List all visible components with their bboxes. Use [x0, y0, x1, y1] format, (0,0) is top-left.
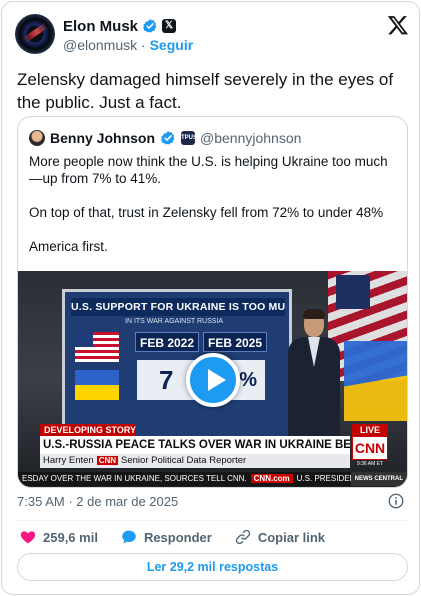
tweet-date: 2 de mar de 2025 [76, 494, 179, 509]
ticker-show-name: NEWS CENTRAL [350, 472, 407, 486]
x-badge-icon: 𝕏 [162, 19, 177, 33]
like-count: 259,6 mil [43, 529, 98, 545]
us-flag-graphic [75, 332, 119, 362]
quoted-paragraph: On top of that, trust in Zelensky fell f… [29, 205, 384, 220]
meta-separator: · [68, 494, 73, 509]
tweet-text: Zelensky damaged himself severely in the… [17, 70, 394, 112]
reply-label: Responder [143, 529, 212, 545]
like-button[interactable]: 259,6 mil [19, 528, 98, 546]
quoted-tweet[interactable]: Benny Johnson TPUSA @bennyjohnson More p… [17, 116, 408, 488]
action-bar: 259,6 mil Responder Copiar link [19, 526, 337, 548]
developing-story-label: DEVELOPING STORY [40, 424, 136, 436]
cnn-logo: CNN [352, 436, 388, 460]
background-ukraine-flag [344, 341, 407, 421]
author-handle[interactable]: @elonmusk [63, 37, 137, 53]
studio-screen: U.S. SUPPORT FOR UKRAINE IS TOO MUCH IN … [62, 289, 292, 439]
quoted-avatar [29, 130, 45, 146]
copy-link-button[interactable]: Copiar link [234, 528, 325, 546]
live-label: LIVE [352, 424, 388, 436]
reporter-role: Senior Political Data Reporter [121, 455, 247, 466]
author-name-row: Elon Musk 𝕏 [63, 16, 177, 36]
ukraine-flag-graphic [75, 370, 119, 400]
reply-button[interactable]: Responder [120, 528, 212, 546]
heart-icon [20, 531, 36, 544]
broadcast-time: 9:36 AM ET [356, 461, 384, 467]
tweet-time: 7:35 AM [17, 494, 65, 509]
read-replies-button[interactable]: Ler 29,2 mil respostas [17, 553, 408, 581]
info-icon[interactable] [387, 492, 405, 510]
screen-subtitle: IN ITS WAR AGAINST RUSSIA [125, 318, 224, 325]
link-icon [235, 529, 251, 545]
video-thumbnail[interactable]: U.S. SUPPORT FOR UKRAINE IS TOO MUCH IN … [18, 271, 407, 487]
reporter-byline: Harry Enten CNN Senior Political Data Repo… [40, 454, 350, 468]
quoted-paragraph: More people now think the U.S. is helpin… [29, 154, 388, 186]
copy-link-label: Copiar link [257, 529, 326, 545]
reply-bubble-icon [122, 530, 136, 544]
affiliate-badge-icon: TPUSA [181, 131, 201, 145]
verified-badge-icon [142, 19, 157, 33]
verified-badge-icon [160, 131, 175, 145]
quoted-display-name: Benny Johnson [50, 130, 156, 146]
ticker-brand: CNN.com [250, 474, 293, 483]
reporter-name: Harry Enten [43, 455, 94, 466]
ticker-text-left: ESDAY OVER THE WAR IN UKRAINE, SOURCES T… [22, 474, 247, 483]
quoted-handle: @bennyjohnson [200, 130, 302, 146]
tweet-header: Elon Musk 𝕏 @elonmusk · Seguir [15, 14, 409, 58]
screen-title: U.S. SUPPORT FOR UKRAINE IS TOO MUCH [71, 298, 285, 316]
ticker-text-right: U.S. PRESIDEN [296, 474, 356, 483]
follow-button[interactable]: Seguir [150, 37, 194, 53]
news-headline: U.S.-RUSSIA PEACE TALKS OVER WAR IN UKRA… [40, 436, 350, 454]
year-label-2022: FEB 2022 [135, 332, 199, 352]
news-ticker: ESDAY OVER THE WAR IN UKRAINE, SOURCES T… [18, 472, 407, 486]
handle-separator: · [141, 37, 146, 53]
quoted-paragraph: America first. [29, 239, 108, 254]
quoted-header: Benny Johnson TPUSA @bennyjohnson [29, 128, 301, 148]
x-logo-icon[interactable] [387, 14, 409, 36]
year-label-2025: FEB 2025 [203, 332, 267, 352]
divider [17, 520, 408, 521]
author-display-name[interactable]: Elon Musk [63, 18, 138, 35]
quoted-text: More people now think the U.S. is helpin… [29, 153, 399, 272]
avatar[interactable] [15, 14, 55, 54]
byline-brand: CNN [96, 456, 119, 465]
news-lower-third: DEVELOPING STORY LIVE U.S.-RUSSIA PEACE … [18, 424, 407, 487]
author-handle-row: @elonmusk · Seguir [63, 37, 193, 53]
tweet-timestamp[interactable]: 7:35 AM · 2 de mar de 2025 [17, 494, 397, 509]
tweet-card: Elon Musk 𝕏 @elonmusk · Seguir Zelensky … [1, 1, 420, 595]
play-icon[interactable] [186, 353, 240, 407]
